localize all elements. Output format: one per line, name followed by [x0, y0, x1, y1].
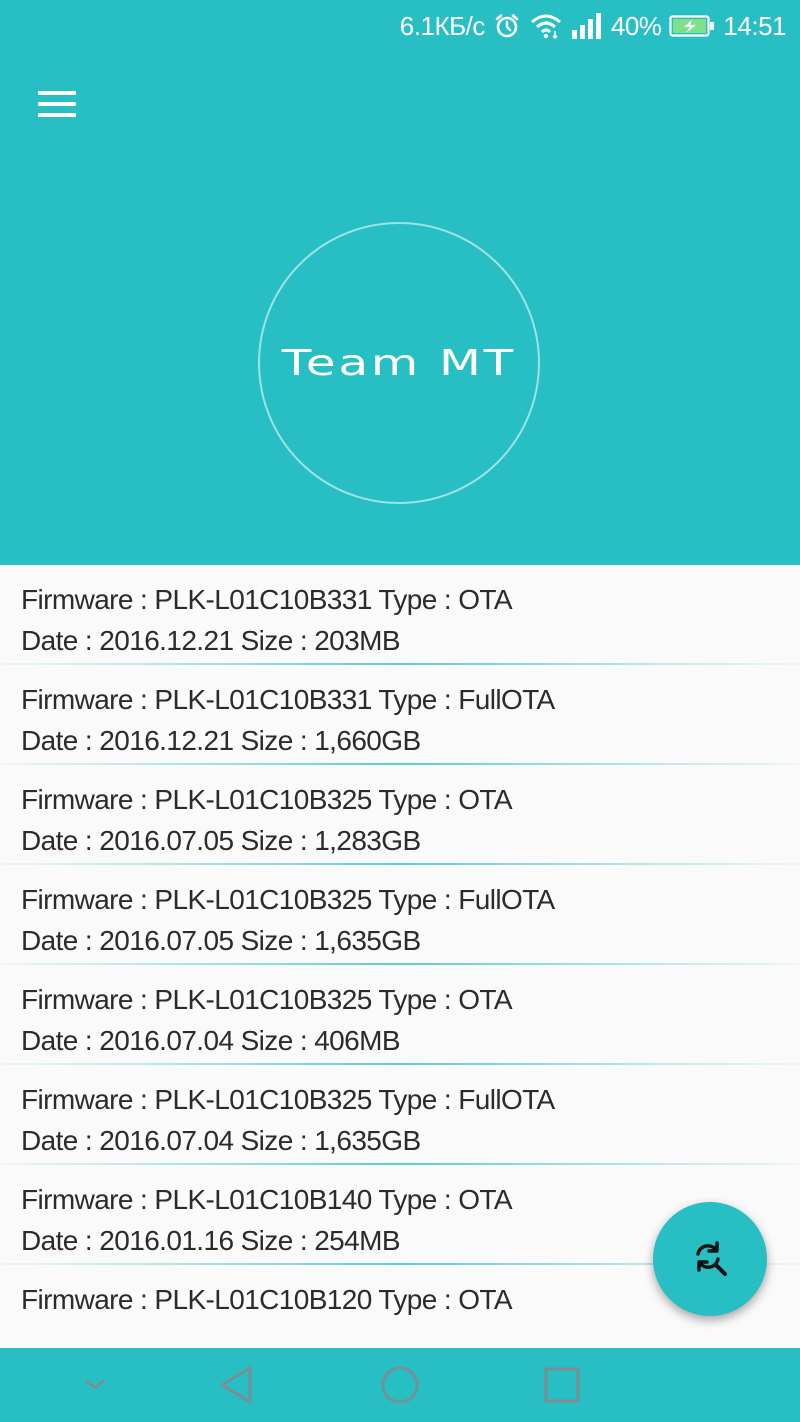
- list-item[interactable]: Firmware : PLK-L01C10B325 Type : OTA Dat…: [0, 765, 800, 865]
- list-item[interactable]: Firmware : PLK-L01C10B325 Type : OTA Dat…: [0, 965, 800, 1065]
- firmware-line: Firmware : PLK-L01C10B331 Type : FullOTA: [21, 684, 555, 715]
- network-speed: 6.1КБ/с: [399, 10, 486, 41]
- team-mt-logo: Team MT: [258, 222, 540, 504]
- battery-charging-icon: [669, 15, 715, 37]
- back-icon[interactable]: [186, 1348, 286, 1422]
- firmware-line: Firmware : PLK-L01C10B325 Type : FullOTA: [21, 884, 555, 915]
- home-icon[interactable]: [350, 1348, 450, 1422]
- status-bar: 6.1КБ/с 40% 14:51: [0, 0, 800, 52]
- list-item[interactable]: Firmware : PLK-L01C10B325 Type : FullOTA…: [0, 1065, 800, 1165]
- hide-nav-chevron-icon[interactable]: [45, 1348, 145, 1422]
- app-header: Team MT: [0, 0, 800, 565]
- firmware-line: Firmware : PLK-L01C10B325 Type : OTA: [21, 984, 513, 1015]
- date-size-line: Date : 2016.07.05 Size : 1,635GB: [21, 925, 421, 956]
- wifi-icon: [530, 14, 561, 40]
- signal-icon: [571, 13, 601, 39]
- firmware-line: Firmware : PLK-L01C10B325 Type : OTA: [21, 784, 513, 815]
- date-size-line: Date : 2016.12.21 Size : 203MB: [21, 625, 401, 656]
- date-size-line: Date : 2016.07.04 Size : 406MB: [21, 1025, 401, 1056]
- recents-icon[interactable]: [512, 1348, 612, 1422]
- list-item[interactable]: Firmware : PLK-L01C10B331 Type : FullOTA…: [0, 665, 800, 765]
- date-size-line: Date : 2016.12.21 Size : 1,660GB: [21, 725, 421, 756]
- clock: 14:51: [723, 10, 786, 41]
- hamburger-menu-icon[interactable]: [28, 78, 86, 130]
- firmware-line: Firmware : PLK-L01C10B331 Type : OTA: [21, 584, 513, 615]
- navigation-bar: [0, 1348, 800, 1422]
- date-size-line: Date : 2016.07.05 Size : 1,283GB: [21, 825, 421, 856]
- list-item[interactable]: Firmware : PLK-L01C10B331 Type : OTA Dat…: [0, 565, 800, 665]
- alarm-icon: [495, 14, 519, 38]
- firmware-line: Firmware : PLK-L01C10B140 Type : OTA: [21, 1184, 513, 1215]
- list-item[interactable]: Firmware : PLK-L01C10B325 Type : FullOTA…: [0, 865, 800, 965]
- firmware-line: Firmware : PLK-L01C10B325 Type : FullOTA: [21, 1084, 555, 1115]
- date-size-line: Date : 2016.07.04 Size : 1,635GB: [21, 1125, 421, 1156]
- battery-percent: 40%: [610, 10, 662, 41]
- search-refresh-icon: [696, 1241, 727, 1276]
- logo-text: Team MT: [281, 342, 517, 384]
- search-refresh-button[interactable]: [653, 1202, 767, 1316]
